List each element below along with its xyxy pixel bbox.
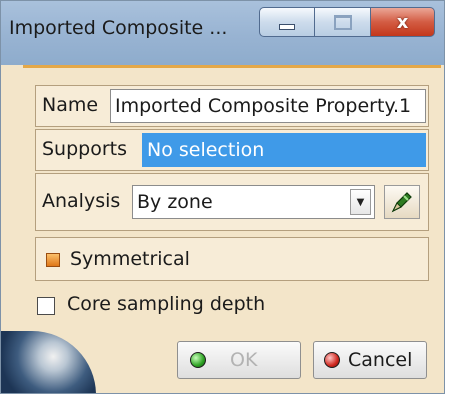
- supports-value: No selection: [147, 139, 265, 161]
- close-icon: x: [396, 11, 409, 33]
- core-sampling-label: Core sampling depth: [67, 293, 266, 315]
- core-sampling-checkbox[interactable]: [37, 297, 55, 315]
- red-bullet-icon: [324, 352, 340, 368]
- minimize-button[interactable]: [259, 7, 315, 37]
- analysis-select[interactable]: By zone ▼: [132, 185, 375, 219]
- analysis-selected-value: By zone: [137, 191, 213, 213]
- dialog-content: Name Imported Composite Property.1 Suppo…: [23, 65, 441, 393]
- name-row: Name Imported Composite Property.1: [35, 85, 429, 127]
- maximize-button[interactable]: [315, 7, 371, 37]
- analysis-row: Analysis By zone ▼: [35, 173, 429, 231]
- supports-row: Supports No selection: [35, 129, 429, 171]
- analysis-tool-button[interactable]: [384, 185, 420, 219]
- ok-label: OK: [230, 349, 258, 371]
- pencil-tool-icon: [391, 192, 412, 213]
- maximize-icon: [333, 14, 352, 30]
- analysis-label: Analysis: [42, 190, 121, 212]
- symmetrical-checkbox[interactable]: [46, 253, 60, 267]
- close-button[interactable]: x: [371, 7, 435, 37]
- window-controls: x: [259, 7, 435, 37]
- supports-selection-field[interactable]: No selection: [142, 133, 426, 167]
- minimize-icon: [279, 24, 295, 30]
- supports-label: Supports: [42, 138, 128, 160]
- symmetrical-row: Symmetrical: [35, 237, 429, 281]
- name-label: Name: [42, 94, 99, 116]
- title-bar[interactable]: Imported Composite ... x: [1, 1, 444, 65]
- background-strip: [445, 0, 465, 394]
- cancel-button[interactable]: Cancel: [313, 341, 427, 379]
- window-title: Imported Composite ...: [9, 17, 228, 39]
- symmetrical-label: Symmetrical: [70, 248, 190, 270]
- cancel-label: Cancel: [348, 349, 413, 371]
- ok-button[interactable]: OK: [177, 341, 301, 379]
- name-input[interactable]: Imported Composite Property.1: [110, 89, 426, 123]
- green-bullet-icon: [190, 352, 206, 368]
- dialog-window: Imported Composite ... x Name Imported C…: [0, 0, 445, 394]
- name-value: Imported Composite Property.1: [115, 95, 412, 117]
- chevron-down-icon[interactable]: ▼: [350, 189, 371, 215]
